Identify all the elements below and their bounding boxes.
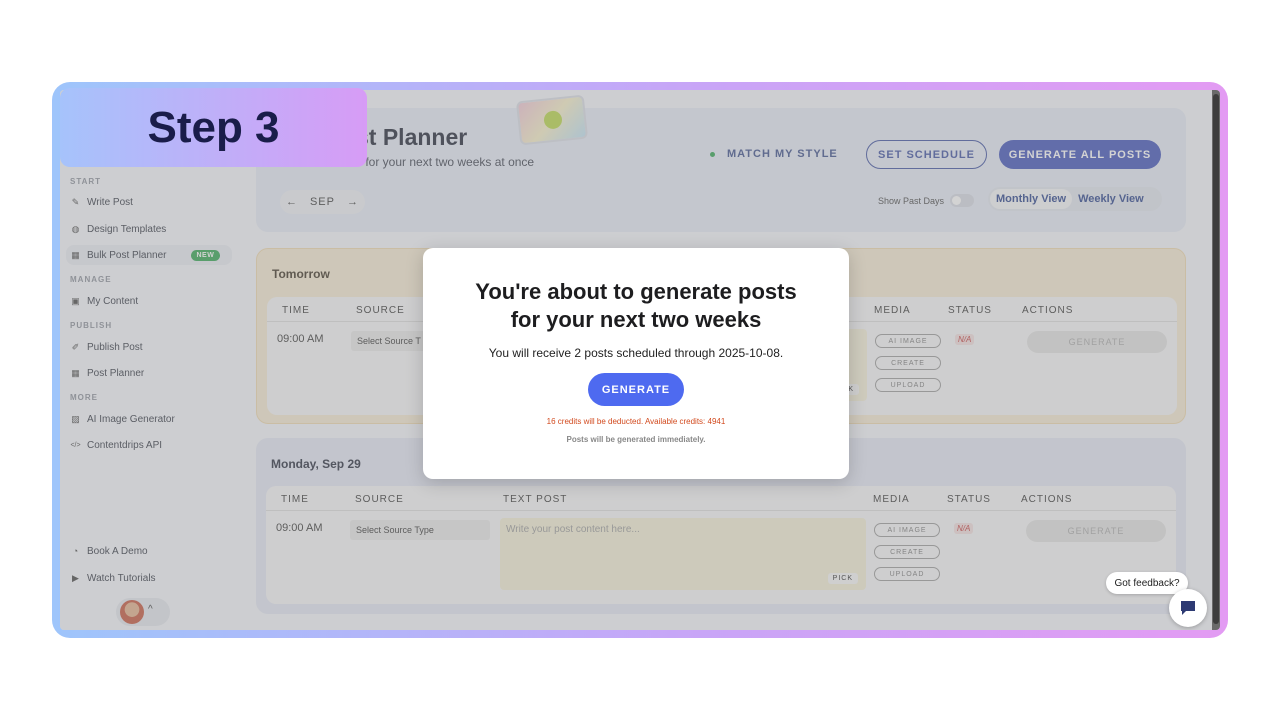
confirm-generate-button[interactable]: GENERATE	[588, 373, 684, 406]
chat-button[interactable]	[1169, 589, 1207, 627]
generate-confirm-modal: You're about to generate posts for your …	[423, 248, 849, 479]
feedback-tooltip[interactable]: Got feedback?	[1106, 572, 1188, 594]
chat-icon	[1181, 601, 1195, 615]
scrollbar-thumb[interactable]	[1213, 94, 1219, 624]
modal-description: You will receive 2 posts scheduled throu…	[488, 346, 784, 360]
modal-title-line1: You're about to generate posts	[475, 279, 797, 304]
modal-title-line2: for your next two weeks	[510, 307, 762, 332]
modal-title: You're about to generate posts for your …	[423, 278, 849, 334]
step-banner: Step 3	[60, 88, 367, 167]
scrollbar[interactable]	[1212, 90, 1220, 630]
credits-notice: 16 credits will be deducted. Available c…	[546, 417, 726, 426]
app-screen: START ✎ Write Post ◍ Design Templates ▦ …	[60, 90, 1220, 630]
generation-note: Posts will be generated immediately.	[566, 435, 706, 444]
